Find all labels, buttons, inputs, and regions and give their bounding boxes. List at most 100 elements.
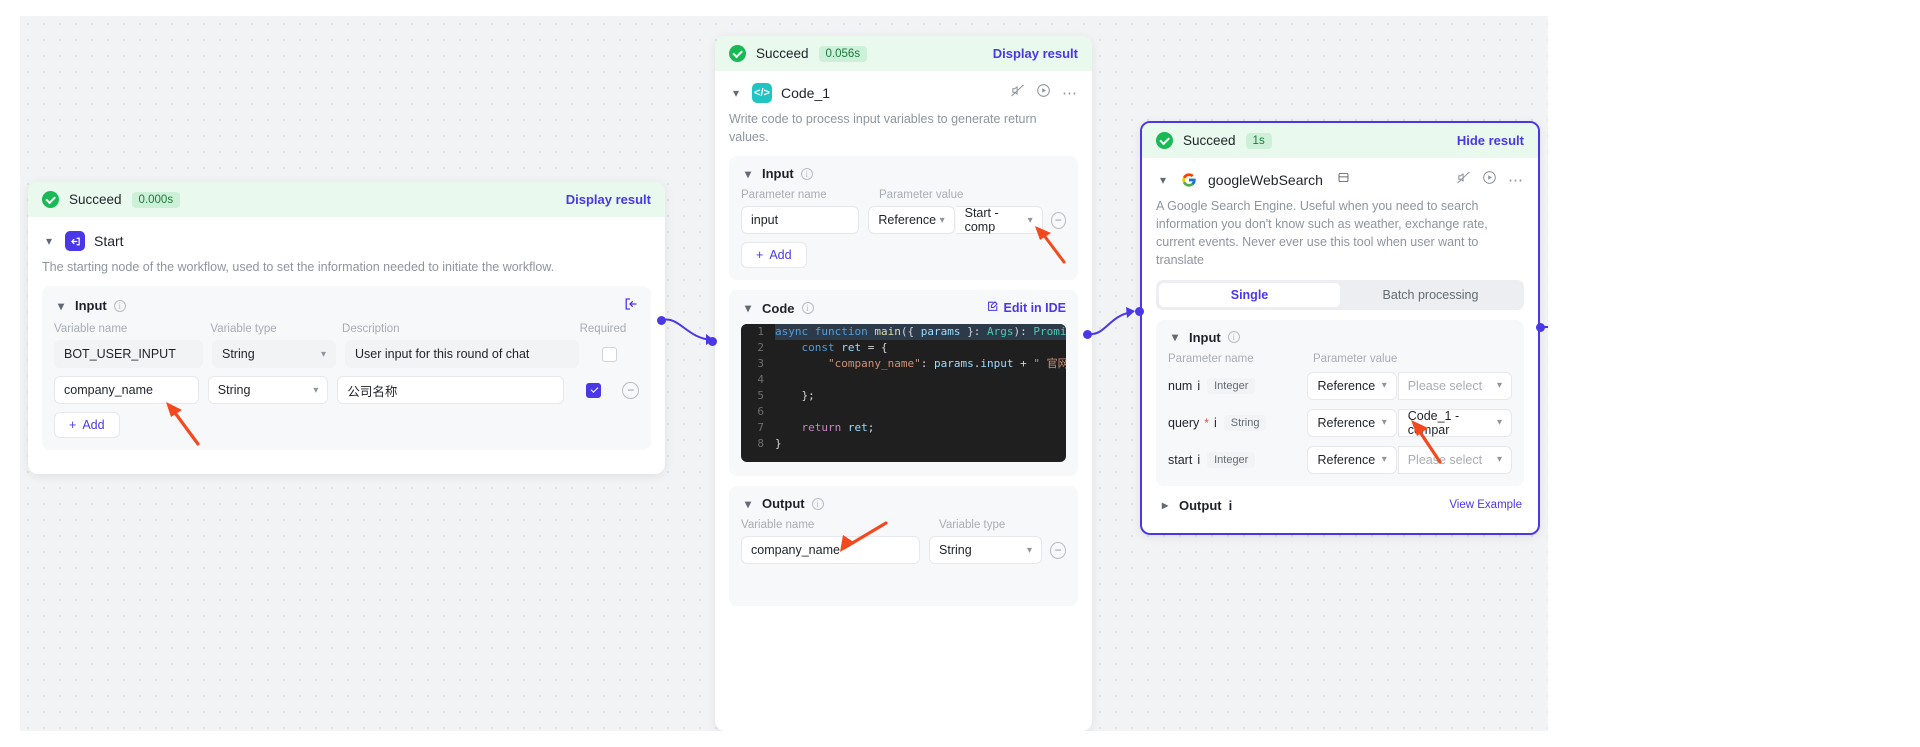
chevron-down-icon[interactable]: ▾ [54, 300, 68, 312]
col-parameter-name: Parameter name [1168, 353, 1313, 365]
remove-row-button[interactable]: − [1051, 212, 1066, 229]
node-description: Write code to process input variables to… [729, 110, 1078, 146]
remove-row-button[interactable]: − [1050, 542, 1066, 559]
parameter-source-value: Reference [1317, 453, 1375, 467]
hide-result-button[interactable]: Hide result [1457, 133, 1524, 148]
port-google-output[interactable] [1536, 323, 1545, 332]
edit-in-ide-button[interactable]: Edit in IDE [986, 300, 1067, 316]
chevron-down-icon[interactable]: ▾ [741, 168, 755, 180]
chevron-down-icon: ▾ [940, 215, 945, 226]
code-editor[interactable]: 1async function main({ params }: Args): … [741, 324, 1066, 462]
parameter-type: Integer [1207, 452, 1255, 468]
info-icon[interactable]: i [812, 498, 824, 510]
port-google-input[interactable] [1135, 307, 1144, 316]
more-options-icon[interactable]: ⋯ [1508, 171, 1524, 189]
output-variable-type-select[interactable]: String ▾ [929, 536, 1042, 564]
add-parameter-button[interactable]: + Add [741, 242, 807, 268]
port-start-output[interactable] [657, 316, 666, 325]
info-icon[interactable]: i [1197, 379, 1200, 393]
chevron-down-icon[interactable]: ▾ [42, 235, 56, 247]
code-line-text: return ret; [775, 420, 874, 436]
code-line-text: } [775, 436, 782, 452]
chevron-down-icon[interactable]: ▾ [741, 302, 755, 314]
parameter-label: start i [1168, 453, 1200, 467]
output-section-header[interactable]: ▸ Output i [1158, 498, 1232, 513]
code-output-column-headers: Variable name Variable type [741, 519, 1066, 531]
node-google-web-search[interactable]: Succeed 1s Hide result ▾ googleWebSearch [1140, 121, 1540, 535]
parameter-source-select[interactable]: Reference ▾ [1307, 446, 1396, 474]
more-options-icon[interactable]: ⋯ [1062, 84, 1078, 102]
table-row[interactable]: query* i String Reference ▾ Code_1 - com… [1168, 409, 1512, 437]
chevron-down-icon[interactable]: ▾ [1168, 331, 1182, 343]
port-code-output[interactable] [1083, 330, 1092, 339]
parameter-source-select[interactable]: Reference ▾ [1307, 409, 1396, 437]
import-icon[interactable] [623, 296, 639, 315]
description-field: User input for this round of chat [345, 340, 579, 368]
info-icon[interactable]: i [801, 168, 813, 180]
display-result-button[interactable]: Display result [566, 192, 651, 207]
col-parameter-name: Parameter name [741, 189, 879, 201]
status-label: Succeed [69, 192, 122, 207]
col-variable-name: Variable name [741, 519, 939, 531]
remove-row-button[interactable]: − [622, 382, 639, 399]
table-row[interactable]: company_name String ▾ − [741, 536, 1066, 564]
chevron-down-icon[interactable]: ▾ [729, 87, 743, 99]
parameter-name-input[interactable]: input [741, 206, 859, 234]
code-line-number: 2 [741, 340, 775, 356]
parameter-source-select[interactable]: Reference ▾ [868, 206, 954, 234]
node-code[interactable]: Succeed 0.056s Display result ▾ </> Code… [715, 36, 1092, 731]
mute-icon[interactable] [1010, 83, 1025, 103]
table-row[interactable]: num i Integer Reference ▾ Please select … [1168, 372, 1512, 400]
required-checkbox[interactable] [586, 383, 601, 398]
info-icon[interactable]: i [1214, 416, 1217, 430]
port-code-input[interactable] [708, 337, 717, 346]
parameter-value-select[interactable]: Code_1 - compar ▾ [1398, 409, 1512, 437]
info-icon[interactable]: i [802, 302, 814, 314]
description-input[interactable]: 公司名称 [337, 376, 564, 404]
mode-tabs[interactable]: Single Batch processing [1156, 280, 1524, 310]
workflow-canvas[interactable]: Succeed 0.000s Display result ▾ Start Th… [20, 16, 1548, 731]
chevron-down-icon: ▾ [1497, 454, 1502, 465]
chevron-down-icon[interactable]: ▾ [741, 498, 755, 510]
variable-type-select: String ▾ [212, 340, 336, 368]
display-result-button[interactable]: Display result [993, 46, 1078, 61]
output-variable-name-input[interactable]: company_name [741, 536, 920, 564]
parameter-value-select[interactable]: Start - comp ▾ [956, 206, 1043, 234]
code-line: 7 return ret; [741, 420, 1066, 436]
info-icon[interactable]: i [1228, 331, 1240, 343]
chevron-right-icon[interactable]: ▸ [1158, 499, 1172, 511]
info-icon[interactable]: i [1229, 498, 1233, 513]
edit-icon [986, 300, 999, 316]
table-row[interactable]: start i Integer Reference ▾ Please selec… [1168, 446, 1512, 474]
code-line: 5 }; [741, 388, 1066, 404]
node-title: Start [94, 233, 124, 249]
google-icon [1179, 170, 1199, 190]
variable-name-input[interactable]: company_name [54, 376, 199, 404]
chevron-down-icon[interactable]: ▾ [1156, 174, 1170, 186]
variable-type-select[interactable]: String ▾ [208, 376, 329, 404]
start-node-header: ▾ Start [42, 231, 651, 251]
code-section-header: ▾ Code i Edit in IDE [741, 300, 1066, 316]
view-example-button[interactable]: View Example [1449, 499, 1522, 511]
google-output-section: ▸ Output i View Example [1156, 496, 1524, 519]
tab-batch-processing[interactable]: Batch processing [1340, 283, 1521, 307]
info-icon[interactable]: i [114, 300, 126, 312]
parameter-source-value: Reference [1317, 379, 1375, 393]
add-variable-button[interactable]: + Add [54, 412, 120, 438]
chevron-down-icon: ▾ [1382, 417, 1387, 428]
table-row[interactable]: input Reference ▾ Start - comp ▾ − [741, 206, 1066, 234]
parameter-value-select[interactable]: Please select ▾ [1398, 372, 1512, 400]
run-icon[interactable] [1036, 83, 1051, 103]
google-input-section: ▾ Input i Parameter name Parameter value… [1156, 320, 1524, 486]
mute-icon[interactable] [1456, 170, 1471, 190]
table-row[interactable]: company_name String ▾ 公司名称 − [54, 376, 639, 404]
run-icon[interactable] [1482, 170, 1497, 190]
success-check-icon [729, 45, 746, 62]
info-icon[interactable]: i [1197, 453, 1200, 467]
parameter-source-select[interactable]: Reference ▾ [1307, 372, 1396, 400]
node-start[interactable]: Succeed 0.000s Display result ▾ Start Th… [28, 182, 665, 474]
tab-single[interactable]: Single [1159, 283, 1340, 307]
plus-icon: + [756, 248, 763, 262]
code-line-number: 5 [741, 388, 775, 404]
parameter-value-select[interactable]: Please select ▾ [1398, 446, 1512, 474]
